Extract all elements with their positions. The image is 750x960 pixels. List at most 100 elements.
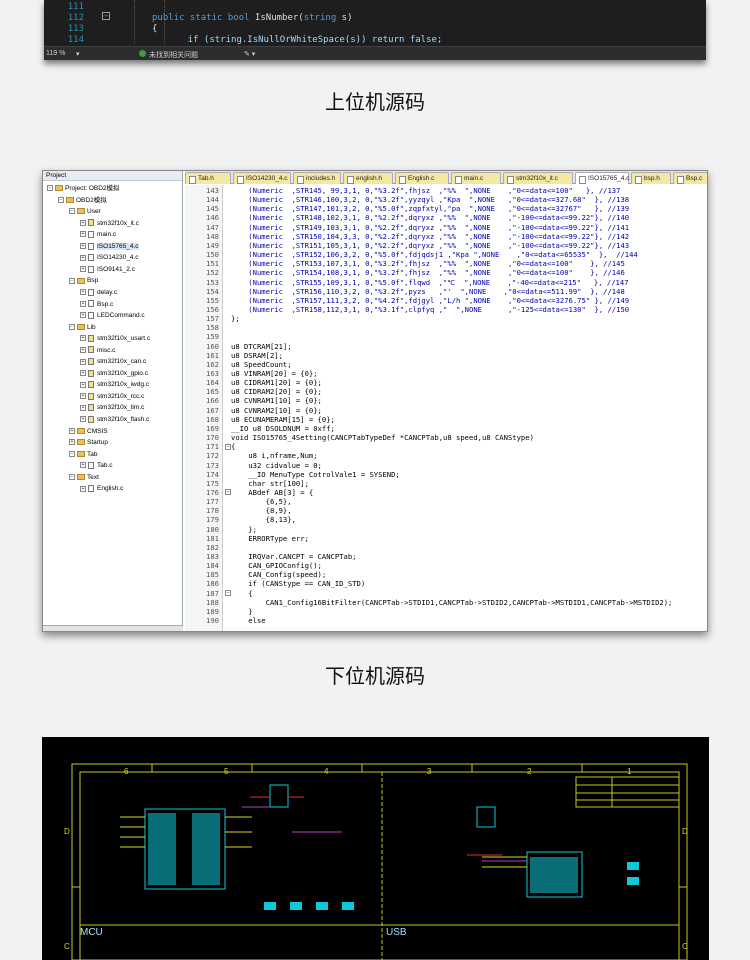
file-item[interactable]: + Tab.c	[80, 460, 113, 471]
fold-toggle-icon[interactable]: −	[225, 590, 231, 597]
file-item[interactable]: + misc.c	[80, 345, 115, 356]
folder-item[interactable]: − Lib	[69, 322, 96, 333]
collapse-minus-icon[interactable]: +	[69, 427, 75, 434]
zoom-level[interactable]: 119 %	[46, 50, 65, 57]
file-item[interactable]: + stm32f10x_usart.c	[80, 333, 150, 344]
code-text: {	[231, 442, 236, 452]
line-number: 190	[206, 616, 219, 626]
folder-item[interactable]: − Bsp	[69, 275, 98, 286]
file-item[interactable]: + stm32f10x_it.c	[80, 218, 139, 229]
tab-english-h[interactable]: english.h	[343, 172, 393, 184]
c-file-icon	[88, 288, 94, 296]
line-number: 150	[206, 250, 219, 260]
tab-bsp-h[interactable]: bsp.h	[631, 172, 671, 184]
file-item[interactable]: + Bsp.c	[80, 299, 113, 310]
collapse-minus-icon[interactable]: −	[69, 474, 75, 481]
collapse-minus-icon[interactable]: −	[47, 185, 53, 192]
file-item[interactable]: + ISO15765_4.c	[80, 241, 139, 252]
tab-main-c[interactable]: main.c	[451, 172, 501, 184]
region-label-mcu: MCU	[80, 927, 103, 938]
file-item[interactable]: + stm32f10x_tim.c	[80, 402, 144, 413]
tree-item-label: English.c	[97, 485, 124, 493]
folder-icon	[66, 196, 74, 203]
expand-plus-icon[interactable]: +	[80, 266, 86, 273]
file-item[interactable]: + ISO14230_4.c	[80, 252, 139, 263]
expand-plus-icon[interactable]: +	[80, 370, 86, 377]
expand-plus-icon[interactable]: +	[80, 254, 86, 261]
code-text: void ISO15765_4Setting(CANCPTabTypeDef *…	[231, 433, 534, 443]
source-editor[interactable]: 143 (Numeric ,STR145, 99,3,1, 0,"%3.2f",…	[185, 185, 707, 631]
tree-item-label: CMSIS	[87, 427, 108, 435]
expand-plus-icon[interactable]: +	[80, 289, 86, 296]
folder-item[interactable]: − Tab	[69, 449, 97, 460]
tab-tab-h[interactable]: Tab.h	[185, 172, 231, 184]
expand-plus-icon[interactable]: +	[80, 312, 86, 319]
collapse-minus-icon[interactable]: −	[69, 450, 75, 457]
tab-stm32f10x-it-c[interactable]: stm32f10x_it.c	[503, 172, 573, 184]
file-item[interactable]: + stm32f10x_gpio.c	[80, 368, 148, 379]
collapse-icon[interactable]: −	[102, 12, 110, 20]
tab-bsp-c[interactable]: Bsp.c	[673, 172, 707, 184]
tab-includes-h[interactable]: includes.h	[293, 172, 341, 184]
collapse-minus-icon[interactable]: −	[58, 196, 64, 203]
c-file-icon	[88, 369, 94, 377]
expand-plus-icon[interactable]: +	[80, 404, 86, 411]
collapse-minus-icon[interactable]: −	[69, 323, 75, 330]
c-file-icon	[88, 265, 94, 273]
expand-plus-icon[interactable]: +	[80, 346, 86, 353]
collapse-minus-icon[interactable]: −	[69, 277, 75, 284]
fold-toggle-icon[interactable]: −	[225, 443, 231, 450]
file-item[interactable]: + stm32f10x_flash.c	[80, 414, 149, 425]
file-item[interactable]: + LEDCommand.c	[80, 310, 145, 321]
folder-item[interactable]: + CMSIS	[69, 426, 108, 437]
expand-plus-icon[interactable]: +	[80, 243, 86, 250]
expand-plus-icon[interactable]: +	[80, 335, 86, 342]
tab-english-c[interactable]: English.c	[395, 172, 449, 184]
code-text: ABdef AB[3] = {	[231, 487, 314, 497]
tab-iso14230-4-c[interactable]: ISO14230_4.c	[233, 172, 291, 184]
folder-icon	[77, 277, 85, 284]
folder-item[interactable]: − Project: OBD2模拟	[47, 183, 120, 194]
line-number: 144	[206, 195, 219, 205]
brush-icon[interactable]: ✎ ▾	[244, 50, 255, 58]
code-text: u8 i,nframe,Num;	[231, 451, 318, 461]
line-number: 157	[206, 314, 219, 324]
file-item[interactable]: + main.c	[80, 229, 116, 240]
file-item[interactable]: + stm32f10x_iwdg.c	[80, 379, 149, 390]
line-number: 151	[206, 259, 219, 269]
expand-plus-icon[interactable]: +	[80, 485, 86, 492]
expand-plus-icon[interactable]: +	[80, 416, 86, 423]
folder-item[interactable]: − User	[69, 206, 101, 217]
line-number: 169	[206, 423, 219, 433]
code-text: {6,5},	[231, 497, 292, 507]
expand-plus-icon[interactable]: +	[80, 231, 86, 238]
file-item[interactable]: + stm32f10x_can.c	[80, 356, 146, 367]
expand-plus-icon[interactable]: +	[80, 462, 86, 469]
line-number: 163	[206, 369, 219, 378]
fold-toggle-icon[interactable]: −	[225, 489, 231, 496]
expand-plus-icon[interactable]: +	[80, 358, 86, 365]
file-item[interactable]: + English.c	[80, 483, 123, 494]
file-item[interactable]: + stm32f10x_rcc.c	[80, 391, 144, 402]
expand-plus-icon[interactable]: +	[80, 300, 86, 307]
expand-plus-icon[interactable]: +	[80, 393, 86, 400]
panel-tab-strip[interactable]	[43, 625, 183, 631]
file-item[interactable]: + ISO9141_2.c	[80, 264, 135, 275]
line-number: 166	[206, 396, 219, 406]
row-label: C	[64, 942, 70, 951]
tab-iso15765-4-c[interactable]: ISO15765_4.c	[575, 172, 630, 184]
file-item[interactable]: + delay.c	[80, 287, 117, 298]
issues-message[interactable]: 未找到相关问题	[149, 50, 198, 60]
collapse-minus-icon[interactable]: −	[69, 208, 75, 215]
tree-item-label: stm32f10x_iwdg.c	[97, 381, 150, 389]
folder-item[interactable]: − OBD2模拟	[58, 195, 107, 206]
expand-plus-icon[interactable]: +	[80, 219, 86, 226]
expand-plus-icon[interactable]: +	[80, 381, 86, 388]
line-number: 159	[206, 332, 219, 342]
folder-item[interactable]: + Startup	[69, 437, 108, 448]
tree-item-label: stm32f10x_rcc.c	[97, 392, 145, 400]
schematic-drawing	[71, 763, 688, 960]
collapse-minus-icon[interactable]: +	[69, 439, 75, 446]
region-label-usb: USB	[386, 927, 407, 938]
folder-item[interactable]: − Text	[69, 472, 99, 483]
